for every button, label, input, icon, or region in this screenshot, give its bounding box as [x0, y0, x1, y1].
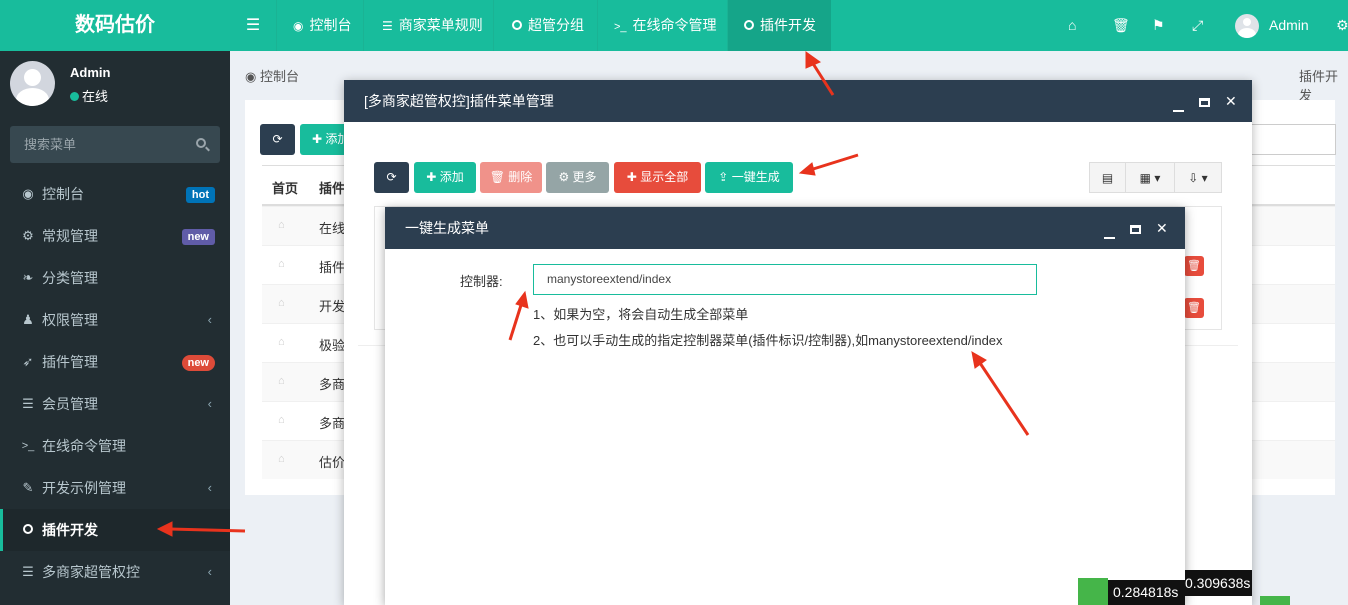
arrow-to-tab [810, 61, 835, 96]
arrow-head [515, 290, 529, 309]
arrow-to-label [508, 301, 524, 341]
arrow-head [798, 162, 816, 176]
arrow-to-generate [809, 153, 859, 172]
annotation-arrows [156, 51, 1030, 537]
arrow-head [971, 351, 987, 369]
arrow-to-sidebar [169, 527, 246, 533]
arrow-head [156, 521, 173, 537]
arrow-to-hint [976, 359, 1030, 436]
